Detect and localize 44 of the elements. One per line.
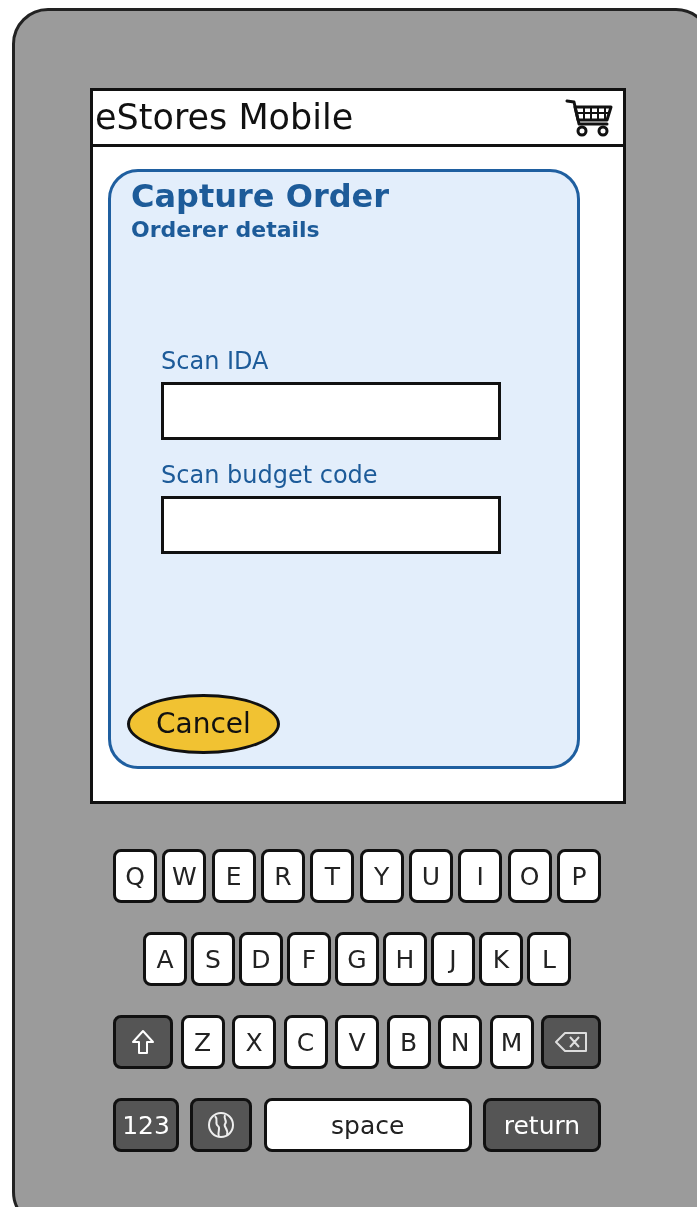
keyboard-key[interactable]: S (191, 932, 235, 986)
backspace-icon (554, 1031, 588, 1053)
input-field[interactable] (161, 495, 501, 554)
keyboard-key[interactable]: P (556, 849, 601, 903)
keyboard-key[interactable]: W (162, 849, 207, 903)
keyboard-key[interactable]: J (431, 932, 475, 986)
cancel-button[interactable]: Cancel (127, 694, 280, 754)
keyboard-key[interactable]: U (408, 849, 453, 903)
up-arrow-icon (131, 1029, 155, 1055)
panel-subtitle: Orderer details (131, 216, 320, 244)
keyboard-key[interactable]: E (211, 849, 256, 903)
keyboard-key[interactable]: O (507, 849, 552, 903)
keyboard-key[interactable]: R (261, 849, 305, 903)
keyboard-key[interactable]: M (489, 1015, 534, 1069)
space-key[interactable]: space (263, 1098, 472, 1152)
keyboard-key[interactable]: B (386, 1015, 431, 1069)
field-label: Scan budget code (161, 459, 378, 490)
keyboard-key[interactable]: V (335, 1015, 379, 1069)
keyboard-key[interactable]: I (458, 849, 503, 903)
panel-title: Capture Order (131, 176, 390, 216)
globe-key[interactable] (190, 1098, 253, 1152)
keyboard-key[interactable]: T (310, 849, 355, 903)
field-label: Scan IDA (161, 345, 269, 376)
keyboard-key[interactable]: K (479, 932, 523, 986)
keyboard-key[interactable]: H (383, 932, 427, 986)
app-title: eStores Mobile (95, 100, 354, 135)
keyboard-key[interactable]: X (232, 1015, 276, 1069)
keyboard-key[interactable]: Z (180, 1015, 225, 1069)
keyboard-key[interactable]: G (335, 932, 379, 986)
keyboard-key[interactable]: F (287, 932, 331, 986)
keyboard-key[interactable]: N (438, 1015, 482, 1069)
numbers-key[interactable]: 123 (113, 1098, 179, 1152)
shift-key[interactable] (113, 1015, 173, 1069)
keyboard-key[interactable]: C (283, 1015, 328, 1069)
input-field[interactable] (161, 381, 501, 440)
shopping-cart-icon[interactable] (565, 97, 613, 138)
globe-icon (207, 1111, 236, 1139)
keyboard-key[interactable]: Y (359, 849, 404, 903)
return-key[interactable]: return (483, 1098, 601, 1152)
keyboard-key[interactable]: Q (113, 849, 157, 903)
backspace-key[interactable] (541, 1015, 601, 1069)
keyboard-key[interactable]: L (527, 932, 571, 986)
keyboard-key[interactable]: A (143, 932, 187, 986)
keyboard-key[interactable]: D (239, 932, 283, 986)
